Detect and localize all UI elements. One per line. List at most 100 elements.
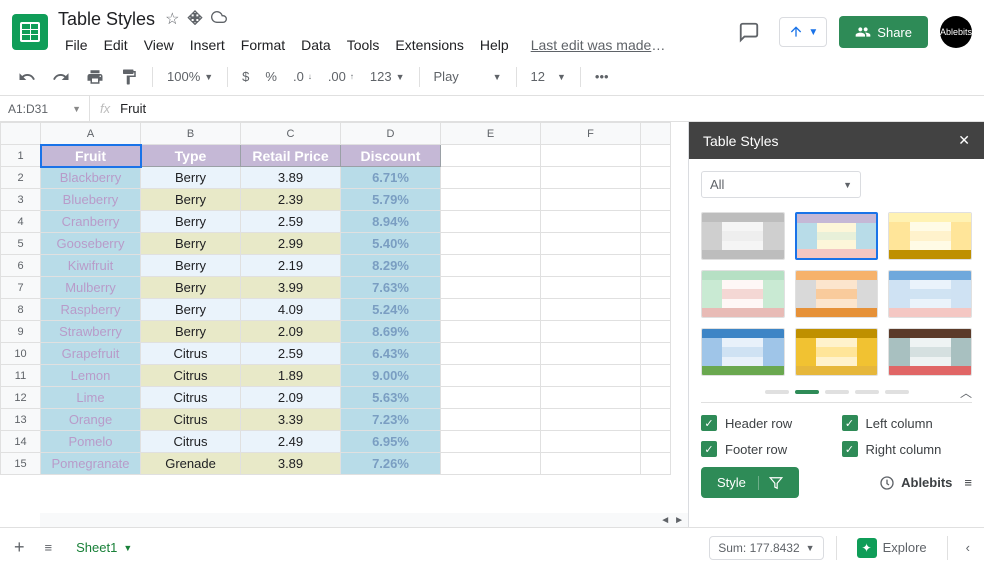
pager-dot[interactable] [825,390,849,394]
column-header-A[interactable]: A [41,123,141,145]
cell[interactable]: 7.23% [341,409,441,431]
cell[interactable]: Gooseberry [41,233,141,255]
share-button[interactable]: Share [839,16,928,48]
cell[interactable]: 5.79% [341,189,441,211]
account-avatar[interactable]: Ablebits [940,16,972,48]
scroll-right-icon[interactable]: ► [674,515,684,526]
cell[interactable]: Berry [141,233,241,255]
cell[interactable]: 5.24% [341,299,441,321]
scroll-left-icon[interactable]: ◄ [660,515,670,526]
row-header[interactable]: 9 [1,321,41,343]
cell[interactable]: Lemon [41,365,141,387]
cell[interactable]: 3.99 [241,277,341,299]
column-header-D[interactable]: D [341,123,441,145]
cloud-icon[interactable] [211,9,227,29]
row-header[interactable]: 13 [1,409,41,431]
style-thumbnail[interactable] [795,270,879,318]
menu-file[interactable]: File [58,34,95,56]
cell[interactable]: Citrus [141,431,241,453]
row-header[interactable]: 15 [1,453,41,475]
cell[interactable]: 8.69% [341,321,441,343]
menu-edit[interactable]: Edit [97,34,135,56]
row-header[interactable]: 10 [1,343,41,365]
cell[interactable]: 3.89 [241,167,341,189]
cell[interactable]: 2.09 [241,321,341,343]
cell[interactable]: 5.63% [341,387,441,409]
cell[interactable]: Grapefruit [41,343,141,365]
cell[interactable]: 2.39 [241,189,341,211]
cell[interactable]: 6.95% [341,431,441,453]
menu-tools[interactable]: Tools [340,34,387,56]
cell[interactable]: Blueberry [41,189,141,211]
style-thumbnail[interactable] [795,328,879,376]
cell[interactable]: Orange [41,409,141,431]
row-header[interactable]: 12 [1,387,41,409]
table-header-cell[interactable]: Discount [341,145,441,167]
sheet-tab[interactable]: Sheet1▼ [66,534,142,561]
zoom-select[interactable]: 100% ▼ [161,65,219,88]
cell[interactable]: Grenade [141,453,241,475]
style-thumbnail[interactable] [888,328,972,376]
cell[interactable]: 8.94% [341,211,441,233]
increase-decimal-button[interactable]: .00↑ [322,65,360,88]
cell[interactable]: 5.40% [341,233,441,255]
name-box[interactable]: A1:D31▼ [0,96,90,121]
row-header[interactable]: 3 [1,189,41,211]
table-header-cell[interactable]: Retail Price [241,145,341,167]
percent-button[interactable]: % [259,65,283,88]
right-column-checkbox[interactable]: ✓Right column [842,441,973,457]
cell[interactable]: Lime [41,387,141,409]
cell[interactable]: Berry [141,211,241,233]
cell[interactable]: Cranberry [41,211,141,233]
sidebar-collapse-button[interactable]: ‹ [960,536,976,559]
row-header[interactable]: 7 [1,277,41,299]
table-header-cell[interactable]: Type [141,145,241,167]
row-header[interactable]: 4 [1,211,41,233]
row-header[interactable]: 14 [1,431,41,453]
cell[interactable]: Pomegranate [41,453,141,475]
redo-button[interactable] [46,64,76,90]
cell[interactable]: Berry [141,321,241,343]
star-icon[interactable]: ☆ [165,9,179,29]
formula-input[interactable]: Fruit [120,101,146,116]
cell[interactable]: 8.29% [341,255,441,277]
spreadsheet-grid[interactable]: ABCDEF1FruitTypeRetail PriceDiscount2Bla… [0,122,688,527]
row-header[interactable]: 1 [1,145,41,167]
column-header-F[interactable]: F [541,123,641,145]
header-row-checkbox[interactable]: ✓Header row [701,415,832,431]
explore-button[interactable]: ✦Explore [849,534,935,562]
cell[interactable]: Citrus [141,365,241,387]
menu-data[interactable]: Data [294,34,338,56]
more-tools-button[interactable]: ••• [589,65,615,88]
document-title[interactable]: Table Styles [58,9,155,30]
row-header[interactable]: 8 [1,299,41,321]
cell[interactable]: Berry [141,299,241,321]
cell[interactable]: 2.59 [241,211,341,233]
cell[interactable]: 6.43% [341,343,441,365]
menu-insert[interactable]: Insert [183,34,232,56]
menu-icon[interactable]: ≡ [964,475,972,490]
style-thumbnail[interactable] [795,212,879,260]
print-button[interactable] [80,64,110,90]
number-format-select[interactable]: 123 ▼ [364,65,411,88]
cell[interactable]: Strawberry [41,321,141,343]
column-header-B[interactable]: B [141,123,241,145]
currency-button[interactable]: $ [236,65,255,88]
pager-dot[interactable] [885,390,909,394]
menu-extensions[interactable]: Extensions [388,34,470,56]
add-sheet-button[interactable]: + [8,533,31,562]
cell[interactable]: 4.09 [241,299,341,321]
all-sheets-button[interactable]: ≡ [39,536,59,559]
decrease-decimal-button[interactable]: .0↓ [287,65,318,88]
font-select[interactable]: Play ▼ [428,65,508,88]
present-button[interactable]: ▼ [779,17,827,47]
row-header[interactable]: 11 [1,365,41,387]
cell[interactable]: Berry [141,255,241,277]
cell[interactable]: 1.89 [241,365,341,387]
table-header-cell[interactable]: Fruit [41,145,141,167]
cell[interactable]: Pomelo [41,431,141,453]
comments-button[interactable] [731,14,767,50]
menu-format[interactable]: Format [234,34,292,56]
cell[interactable]: Blackberry [41,167,141,189]
row-header[interactable]: 6 [1,255,41,277]
